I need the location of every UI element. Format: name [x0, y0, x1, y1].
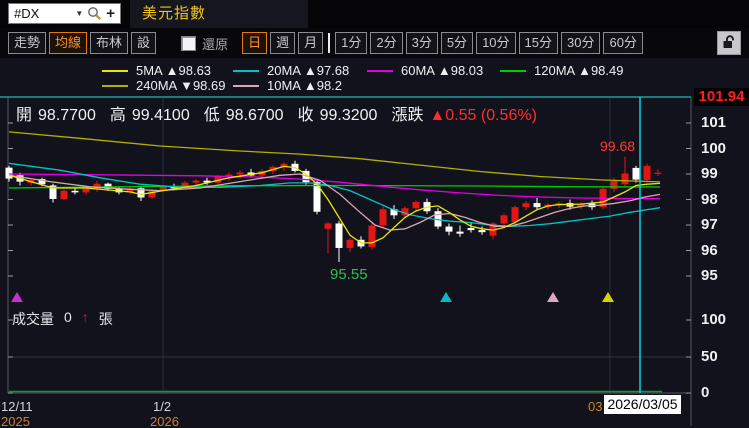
low-label: 低 — [203, 107, 220, 124]
x-label-03: 03 — [588, 399, 603, 414]
legend-swatch-60MA — [367, 69, 393, 72]
legend-text-20MA: 20MA ▲97.68 — [267, 63, 350, 78]
interval-button-60分[interactable]: 60分 — [603, 32, 643, 54]
legend-swatch-10MA — [233, 84, 259, 87]
legend-text-5MA: 5MA ▲98.63 — [136, 63, 212, 78]
volume-up-arrow-icon: ↑ — [81, 309, 89, 325]
x-year-label-2025: 2025 — [1, 414, 30, 428]
open-label: 開 — [16, 107, 33, 124]
add-symbol-button[interactable]: + — [102, 5, 120, 22]
low-value: 98.6700 — [225, 107, 284, 124]
x-year-label-2026: 2026 — [150, 414, 179, 428]
legend-text-240MA: 240MA ▼98.69 — [136, 78, 226, 93]
legend-text-60MA: 60MA ▲98.03 — [401, 63, 484, 78]
price-tick-95: 95 — [701, 267, 718, 284]
change-label: 漲跌 — [391, 107, 424, 124]
minute-button-group: 1分 2分 3分 5分 10分 15分 30分 60分 — [335, 32, 646, 54]
unlock-icon — [721, 34, 737, 53]
interval-button-30分[interactable]: 30分 — [561, 32, 601, 54]
dropdown-caret-icon[interactable]: ▼ — [71, 9, 87, 18]
symbol-input[interactable]: #DX — [9, 6, 71, 21]
legend-item-60MA: 60MA ▲98.03 — [367, 63, 483, 78]
volume-value: 0 — [64, 309, 72, 325]
price-tick-100: 100 — [701, 139, 727, 157]
price-tick-101: 101 — [701, 114, 727, 131]
period-button-group: 日週月 — [242, 32, 326, 54]
price-tick-97: 97 — [701, 216, 718, 233]
x-label-1/2: 1/2 — [153, 399, 172, 414]
legend-swatch-120MA — [500, 69, 526, 72]
view-button-group: 走勢 均線 布林設 — [8, 32, 159, 54]
interval-button-5分[interactable]: 5分 — [440, 32, 474, 54]
annotation-high: 99.68 — [600, 138, 636, 154]
legend-item-20MA: 20MA ▲97.68 — [233, 63, 349, 78]
toolbar: 走勢 均線 布林設 還原 日週月 1分 2分 3分 5分 10分 15分 30分 60分 — [0, 28, 749, 58]
volume-unit: 張 — [98, 311, 113, 327]
legend-text-10MA: 10MA ▲98.2 — [267, 78, 343, 93]
period-button-週[interactable]: 週 — [270, 32, 296, 54]
lock-button[interactable] — [717, 31, 741, 55]
tool-button-布林[interactable]: 布林 — [90, 32, 129, 54]
legend-item-120MA: 120MA ▲98.49 — [500, 63, 623, 78]
open-value: 98.7700 — [38, 107, 96, 124]
legend-item-240MA: 240MA ▼98.69 — [102, 78, 225, 93]
volume-tick-0: 0 — [701, 384, 710, 401]
ohlc-info: 開 98.7700 高 99.4100 低 98.6700 收 99.3200 漲跌 ▲0.55 … — [16, 101, 551, 125]
legend-swatch-20MA — [233, 69, 259, 72]
interval-button-15分[interactable]: 15分 — [518, 32, 558, 54]
date-tooltip: 2026/03/05 — [604, 395, 681, 414]
interval-button-10分[interactable]: 10分 — [476, 32, 516, 54]
period-button-日[interactable]: 日 — [242, 32, 268, 54]
tab-instrument[interactable]: 美元指數 — [130, 0, 308, 28]
period-button-月[interactable]: 月 — [298, 32, 324, 54]
legend-swatch-240MA — [102, 84, 128, 87]
price-tick-98: 98 — [701, 190, 718, 208]
chart-region: 5MA ▲98.63 20MA ▲97.68 60MA ▲98.03 120MA ▲9… — [0, 58, 749, 428]
close-label: 收 — [297, 107, 314, 124]
x-label-12/11: 12/11 — [1, 399, 33, 414]
interval-button-3分[interactable]: 3分 — [405, 32, 438, 54]
high-value: 99.4100 — [131, 107, 190, 124]
interval-button-1分[interactable]: 1分 — [335, 32, 368, 54]
price-tick-99: 99 — [701, 165, 718, 182]
annotation-low: 95.55 — [330, 266, 368, 283]
search-icon[interactable] — [87, 6, 102, 21]
price-tick-96: 96 — [701, 241, 718, 259]
restore-label: 還原 — [202, 36, 229, 52]
volume-info: 成交量 0 ↑ 張 — [12, 309, 113, 329]
tool-button-設[interactable]: 設 — [131, 32, 157, 54]
legend-swatch-5MA — [102, 69, 128, 72]
toolbar-separator — [328, 33, 331, 53]
change-value: ▲0.55 (0.56%) — [429, 107, 537, 124]
close-value: 99.3200 — [319, 107, 378, 124]
tab-title: 美元指數 — [142, 5, 207, 22]
volume-label: 成交量 — [12, 311, 54, 327]
volume-tick-50: 50 — [701, 348, 718, 365]
interval-button-2分[interactable]: 2分 — [370, 32, 403, 54]
symbol-search-box[interactable]: #DX ▼ + — [8, 3, 121, 24]
legend-text-120MA: 120MA ▲98.49 — [534, 63, 624, 78]
legend-item-5MA: 5MA ▲98.63 — [102, 63, 211, 78]
tool-button-走勢[interactable]: 走勢 — [8, 32, 47, 54]
high-label: 高 — [109, 107, 126, 124]
volume-tick-100: 100 — [701, 311, 727, 328]
chart-app: #DX ▼ + 美元指數 走勢 均線 布林設 還原 日週月 1分 2分 3分 5分 10分 1… — [0, 0, 749, 428]
tool-button-均線[interactable]: 均線 — [49, 32, 88, 54]
legend-item-10MA: 10MA ▲98.2 — [233, 78, 342, 93]
topbar: #DX ▼ + 美元指數 — [0, 0, 749, 28]
axis-top-price-label: 101.94 — [694, 88, 749, 106]
restore-checkbox[interactable] — [181, 35, 197, 51]
